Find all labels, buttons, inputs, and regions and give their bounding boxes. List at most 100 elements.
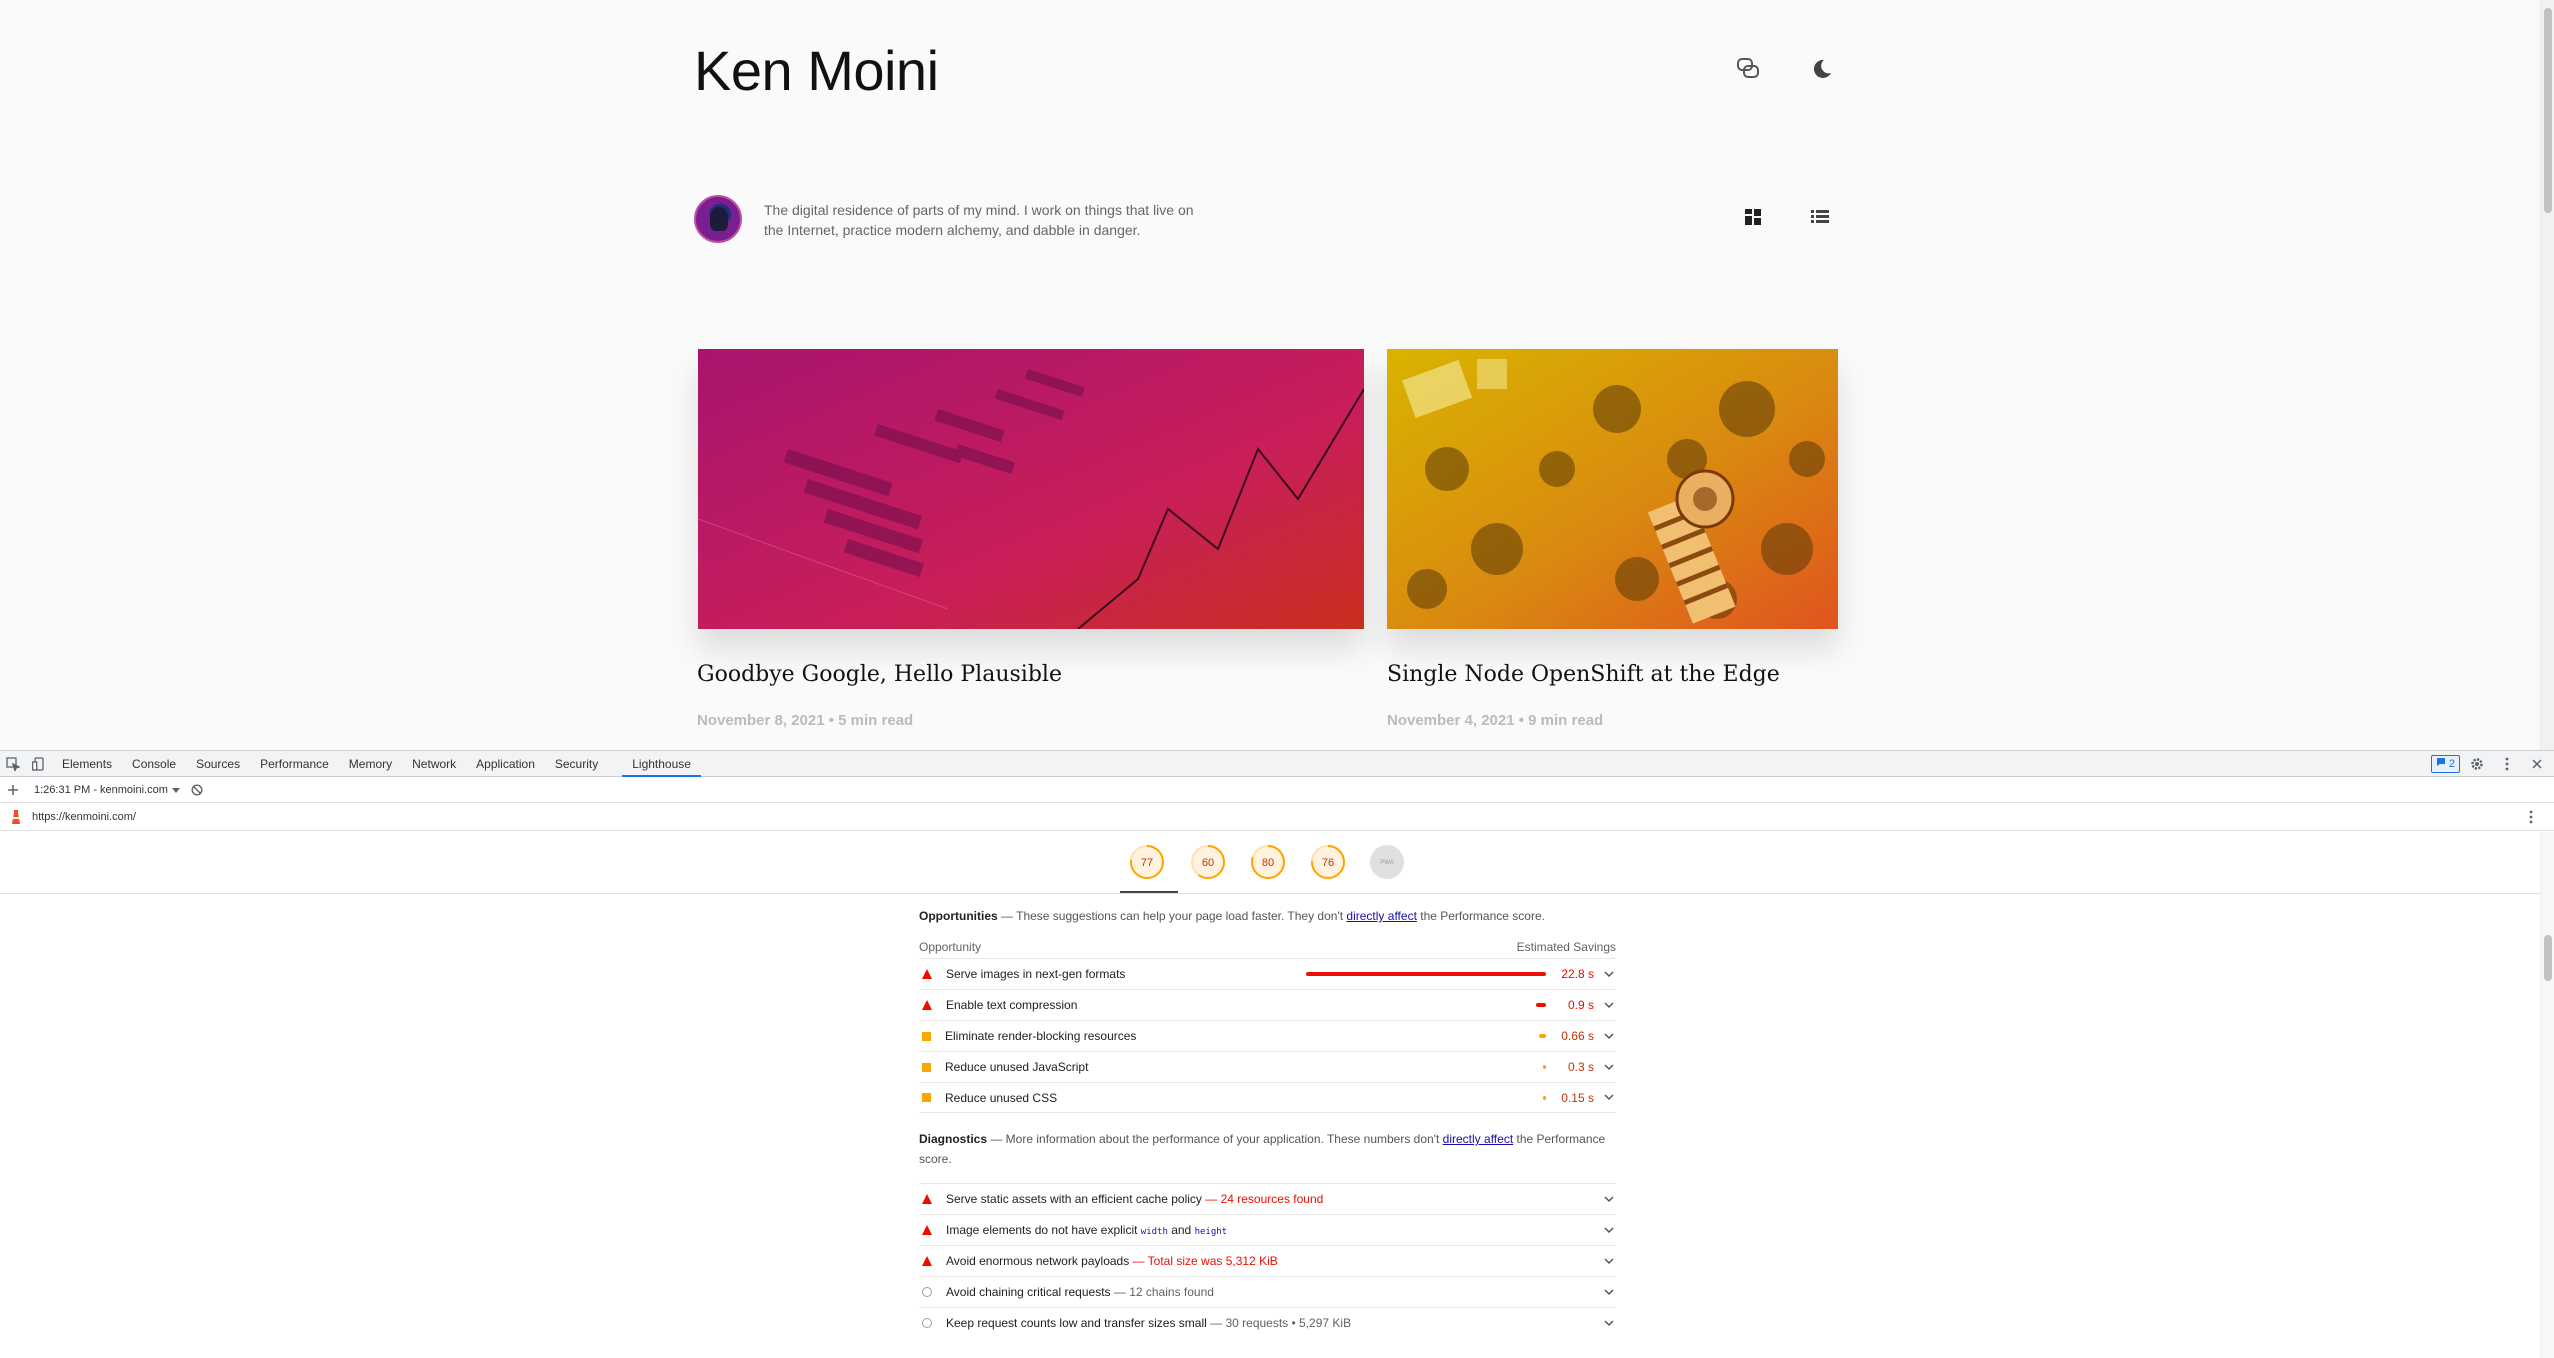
post-title[interactable]: Single Node OpenShift at the Edge — [1387, 662, 1780, 687]
opportunity-row[interactable]: Reduce unused JavaScript 0.3 s — [919, 1051, 1616, 1082]
chevron-down-icon[interactable] — [1602, 998, 1616, 1012]
devtools-scrollbar[interactable] — [2540, 832, 2554, 1358]
info-circle-icon — [922, 1287, 932, 1297]
devtools-tabbar: Elements Console Sources Performance Mem… — [0, 751, 2554, 777]
post-image-openshift[interactable] — [1387, 349, 1838, 629]
code-height: height — [1194, 1227, 1228, 1237]
devtools-scrollbar-thumb[interactable] — [2544, 935, 2552, 981]
savings-value: 22.8 s — [1561, 967, 1594, 981]
chevron-down-icon[interactable] — [1602, 967, 1616, 981]
tab-memory[interactable]: Memory — [339, 751, 402, 777]
savings-bar-track — [1306, 1093, 1546, 1103]
savings-bar — [1536, 1003, 1546, 1007]
tab-lighthouse[interactable]: Lighthouse — [622, 751, 701, 777]
chevron-down-icon[interactable] — [1602, 1029, 1616, 1043]
opportunity-row[interactable]: Enable text compression 0.9 s — [919, 989, 1616, 1020]
settings-gear-icon[interactable] — [2464, 751, 2490, 777]
directly-affect-link[interactable]: directly affect — [1346, 909, 1416, 923]
avatar — [694, 195, 742, 243]
issues-badge[interactable]: 2 — [2430, 754, 2460, 773]
report-select-label: 1:26:31 PM - kenmoini.com — [34, 783, 168, 796]
tab-console[interactable]: Console — [122, 751, 186, 777]
opportunity-label: Eliminate render-blocking resources — [945, 1029, 1137, 1043]
chevron-down-icon[interactable] — [1602, 1316, 1616, 1330]
tab-sources[interactable]: Sources — [186, 751, 250, 777]
chevron-down-icon[interactable] — [1602, 1285, 1616, 1299]
gauge-pwa[interactable]: PWA — [1368, 843, 1406, 881]
diagnostic-row[interactable]: Image elements do not have explicit widt… — [919, 1214, 1616, 1245]
gauge-seo[interactable]: 76 — [1309, 843, 1347, 881]
tab-security[interactable]: Security — [545, 751, 608, 777]
page-scrollbar-thumb[interactable] — [2544, 8, 2552, 213]
diagnostic-row[interactable]: Keep request counts low and transfer siz… — [919, 1307, 1616, 1338]
tab-performance[interactable]: Performance — [250, 751, 339, 777]
fail-triangle-icon — [922, 1225, 932, 1235]
opportunities-desc: — These suggestions can help your page l… — [997, 909, 1347, 923]
clear-block-icon[interactable] — [184, 777, 210, 803]
report-url[interactable]: https://kenmoini.com/ — [32, 811, 136, 823]
tab-application[interactable]: Application — [466, 751, 545, 777]
diagnostics-desc: — More information about the performance… — [987, 1132, 1443, 1146]
device-toolbar-icon[interactable] — [26, 751, 52, 777]
savings-value: 0.9 s — [1567, 998, 1594, 1012]
savings-bar-track — [1306, 1000, 1546, 1010]
gauge-best-practices[interactable]: 80 — [1249, 843, 1287, 881]
plus-icon[interactable] — [0, 777, 26, 803]
diagnostic-row[interactable]: Avoid chaining critical requests — 12 ch… — [919, 1276, 1616, 1307]
chevron-down-icon[interactable] — [1602, 1254, 1616, 1268]
gauge-accessibility[interactable]: 60 — [1189, 843, 1227, 881]
diagnostic-row[interactable]: Serve static assets with an efficient ca… — [919, 1183, 1616, 1214]
diagnostic-mid: and — [1167, 1223, 1195, 1237]
diagnostic-label: Keep request counts low and transfer siz… — [946, 1316, 1602, 1330]
post-read-time: 5 min read — [838, 712, 914, 729]
gauge-score: 60 — [1202, 857, 1214, 869]
fail-triangle-icon — [922, 969, 932, 979]
dark-mode-moon-icon[interactable] — [1804, 52, 1838, 86]
page-scrollbar[interactable] — [2540, 0, 2554, 750]
inspect-element-icon[interactable] — [0, 751, 26, 777]
diagnostic-row[interactable]: Avoid enormous network payloads — Total … — [919, 1245, 1616, 1276]
diagnostic-title: Avoid enormous network payloads — [946, 1254, 1130, 1268]
site-bio: The digital residence of parts of my min… — [764, 202, 1194, 238]
site-title[interactable]: Ken Moini — [694, 38, 939, 103]
tab-network[interactable]: Network — [402, 751, 466, 777]
lighthouse-logo-icon — [0, 804, 32, 830]
list-view-icon[interactable] — [1808, 205, 1832, 229]
average-square-icon — [922, 1093, 931, 1102]
gauge-performance[interactable]: 77 — [1128, 843, 1166, 881]
fail-triangle-icon — [922, 1256, 932, 1266]
diagnostic-label: Avoid chaining critical requests — 12 ch… — [946, 1285, 1602, 1299]
website-viewport: Ken Moini The digital residence of parts… — [0, 0, 2554, 750]
post-image-plausible[interactable] — [698, 349, 1364, 629]
chat-icon[interactable] — [1731, 52, 1765, 86]
directly-affect-link[interactable]: directly affect — [1443, 1132, 1513, 1146]
diagnostic-detail: — 12 chains found — [1110, 1285, 1214, 1299]
savings-value: 0.3 s — [1567, 1060, 1594, 1074]
info-circle-icon — [922, 1318, 932, 1328]
opportunity-row[interactable]: Eliminate render-blocking resources 0.66 … — [919, 1020, 1616, 1051]
post-title[interactable]: Goodbye Google, Hello Plausible — [697, 662, 1062, 687]
tab-elements[interactable]: Elements — [52, 751, 122, 777]
grid-view-icon[interactable] — [1741, 205, 1765, 229]
dropdown-arrow-icon — [171, 783, 180, 797]
savings-bar — [1542, 1065, 1546, 1069]
chevron-down-icon[interactable] — [1602, 1223, 1616, 1237]
post-date: November 8, 2021 — [697, 712, 825, 729]
chevron-down-icon[interactable] — [1602, 1060, 1616, 1074]
opportunities-desc-end: the Performance score. — [1416, 909, 1545, 923]
more-options-icon[interactable] — [2494, 751, 2520, 777]
savings-bar-track — [1306, 969, 1546, 979]
close-devtools-icon[interactable] — [2524, 751, 2550, 777]
chevron-down-icon[interactable] — [1602, 1091, 1616, 1105]
opportunity-row[interactable]: Reduce unused CSS 0.15 s — [919, 1082, 1616, 1113]
opportunity-row[interactable]: Serve images in next-gen formats 22.8 s — [919, 958, 1616, 989]
report-select[interactable]: 1:26:31 PM - kenmoini.com — [34, 783, 180, 797]
opportunity-label: Serve images in next-gen formats — [946, 967, 1126, 981]
post-meta: November 8, 2021 • 5 min read — [697, 712, 914, 729]
diagnostic-title: Image elements do not have explicit — [946, 1223, 1141, 1237]
report-menu-icon[interactable] — [2518, 804, 2544, 830]
savings-value: 0.15 s — [1561, 1090, 1594, 1105]
savings-value: 0.66 s — [1561, 1029, 1594, 1043]
gauge-score: 77 — [1141, 857, 1153, 869]
chevron-down-icon[interactable] — [1602, 1192, 1616, 1206]
